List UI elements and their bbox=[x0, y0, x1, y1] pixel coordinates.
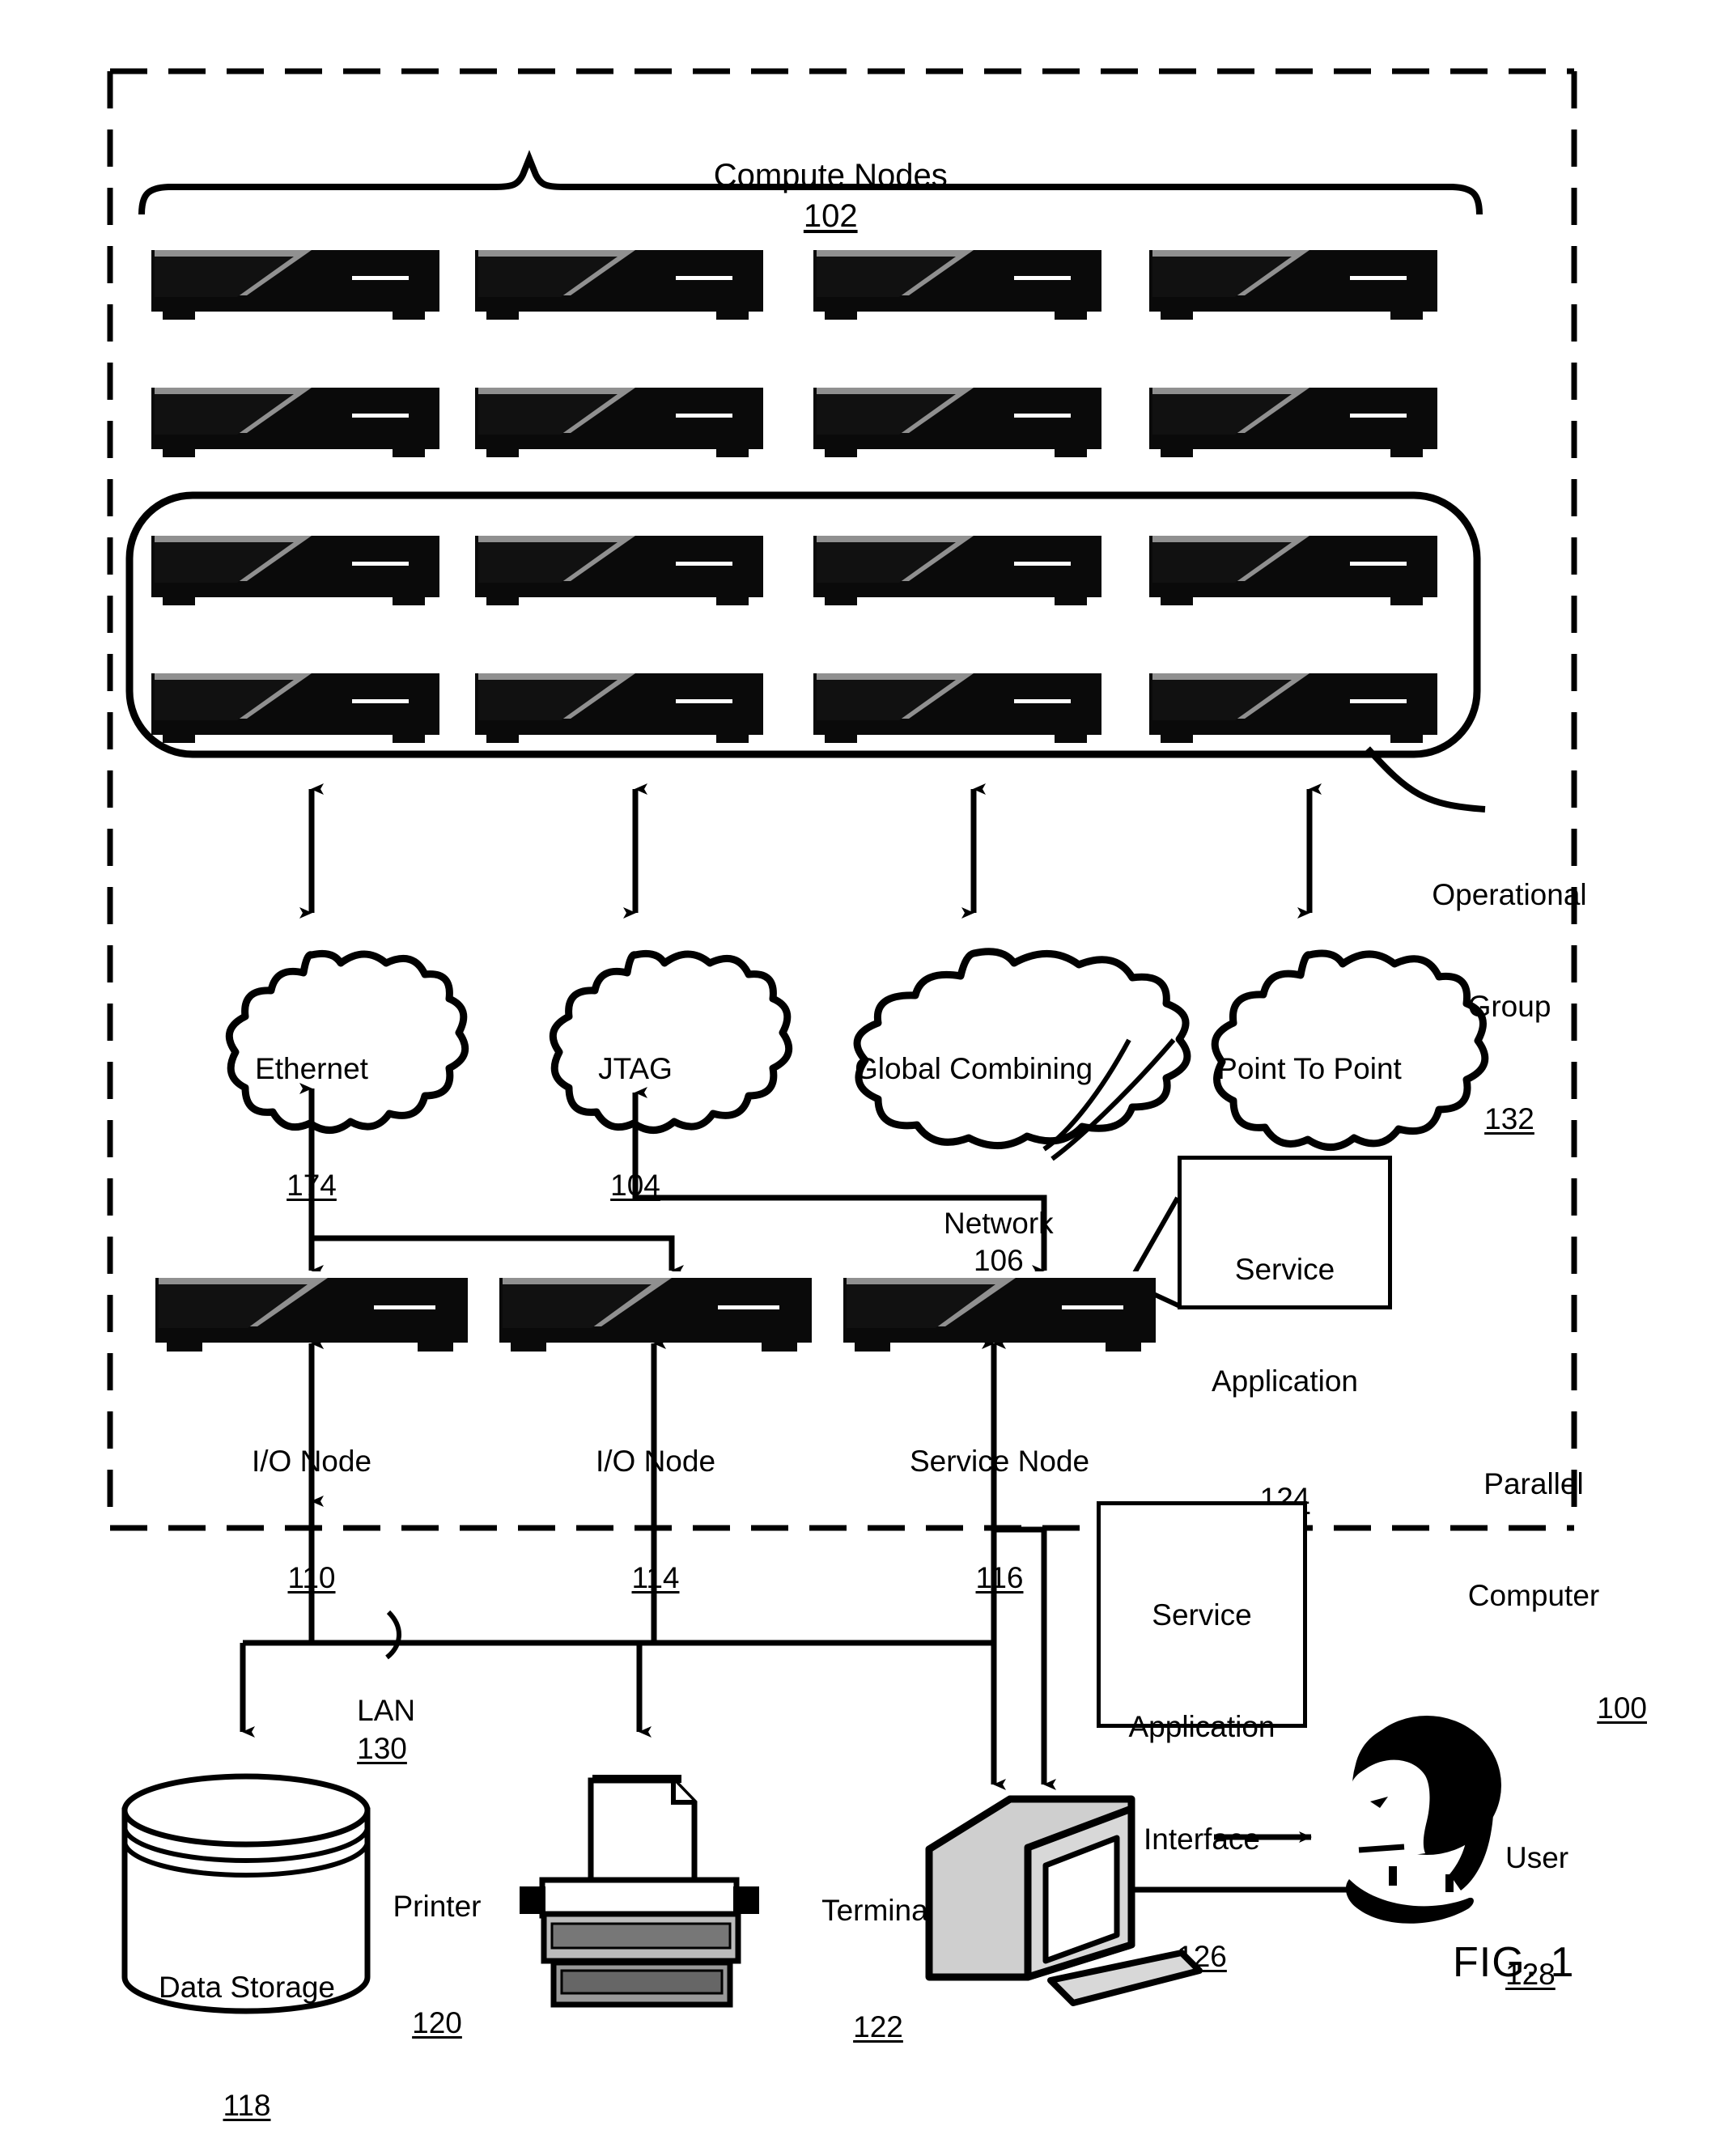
compute-node-server-icon bbox=[1149, 244, 1437, 320]
compute-nodes-title-text: Compute Nodes bbox=[713, 158, 948, 193]
compute-node-server-icon bbox=[151, 381, 439, 457]
compute-node-server-icon bbox=[151, 667, 439, 743]
terminal-label: Terminal 122 bbox=[821, 1893, 935, 2044]
compute-node-server-icon bbox=[813, 381, 1101, 457]
server-box-icon bbox=[499, 1271, 812, 1352]
compute-node-server-icon bbox=[151, 529, 439, 605]
compute-node-server-icon bbox=[475, 381, 763, 457]
network-ethernet-label[interactable]: Ethernet 174 bbox=[198, 975, 425, 1279]
io-node-110-label: I/O Node 110 bbox=[251, 1444, 372, 1595]
compute-node-server-icon bbox=[1149, 529, 1437, 605]
network-jtag-label[interactable]: JTAG 104 bbox=[522, 975, 749, 1279]
compute-node-server-icon bbox=[475, 667, 763, 743]
compute-node-server-icon bbox=[151, 244, 439, 320]
compute-node-server-icon bbox=[1149, 667, 1437, 743]
user-label: User 128 bbox=[1505, 1840, 1569, 1992]
user-head-icon bbox=[1335, 1716, 1501, 1924]
data-storage-label: Data Storage 118 bbox=[158, 1970, 336, 2123]
io-node-114-label: I/O Node 114 bbox=[595, 1444, 716, 1595]
compute-node-server-icon bbox=[1149, 381, 1437, 457]
server-box-icon bbox=[843, 1271, 1156, 1352]
compute-to-network-arrows bbox=[299, 783, 1322, 919]
patent-figure-page: Compute Nodes 102 Operational Group 132 … bbox=[0, 0, 1736, 2143]
service-application-box[interactable]: Service Application 124 bbox=[1178, 1156, 1392, 1515]
compute-node-server-icon bbox=[813, 667, 1101, 743]
service-application-interface-box[interactable]: Service Application Interface 126 bbox=[1097, 1501, 1307, 1973]
compute-node-server-icon bbox=[475, 529, 763, 605]
figure-caption: FIG. 1 bbox=[1453, 1939, 1575, 1986]
printer-label: Printer 120 bbox=[393, 1889, 482, 2040]
service-node-116-label: Service Node 116 bbox=[909, 1444, 1090, 1595]
compute-nodes-title: Compute Nodes 102 bbox=[610, 115, 1015, 277]
printer-icon bbox=[520, 1775, 759, 2008]
compute-nodes-ref: 102 bbox=[803, 198, 858, 234]
server-box-icon bbox=[155, 1271, 468, 1352]
compute-node-server-icon bbox=[813, 529, 1101, 605]
